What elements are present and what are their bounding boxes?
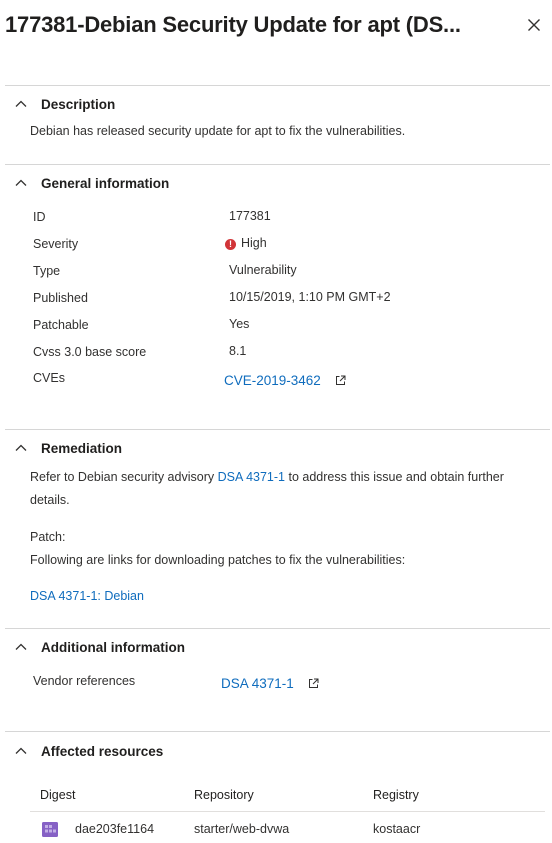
vendor-link-group: DSA 4371-1 bbox=[221, 676, 319, 691]
patch-link[interactable]: DSA 4371-1: Debian bbox=[30, 589, 144, 603]
patch-description: Following are links for downloading patc… bbox=[30, 553, 406, 567]
field-label-published: Published bbox=[33, 291, 88, 305]
close-button[interactable] bbox=[522, 13, 546, 37]
external-link-icon[interactable] bbox=[308, 678, 319, 689]
remediation-text: Refer to Debian security advisory bbox=[30, 470, 218, 484]
divider bbox=[5, 731, 550, 732]
section-heading-affected-resources: Affected resources bbox=[41, 743, 164, 759]
field-label-patchable: Patchable bbox=[33, 318, 89, 332]
divider bbox=[5, 85, 550, 86]
column-header-repository[interactable]: Repository bbox=[194, 788, 254, 802]
external-link-icon[interactable] bbox=[335, 375, 346, 386]
divider bbox=[5, 628, 550, 629]
cell-repository: starter/web-dvwa bbox=[194, 822, 290, 836]
patch-label: Patch: bbox=[30, 530, 66, 544]
divider bbox=[5, 164, 550, 165]
chevron-up-icon bbox=[15, 444, 27, 451]
remediation-text: to address this issue and obtain further bbox=[285, 470, 504, 484]
vendor-reference-link[interactable]: DSA 4371-1 bbox=[221, 676, 294, 691]
description-text: Debian has released security update for … bbox=[30, 124, 406, 138]
cell-registry: kostaacr bbox=[373, 822, 421, 836]
field-label-id: ID bbox=[33, 210, 46, 224]
column-header-digest[interactable]: Digest bbox=[40, 788, 75, 802]
field-label-severity: Severity bbox=[33, 237, 79, 251]
section-heading-description: Description bbox=[41, 96, 116, 112]
table-row[interactable]: dae203fe1164 starter/web-dvwa kostaacr bbox=[30, 812, 545, 843]
field-value-published: 10/15/2019, 1:10 PM GMT+2 bbox=[229, 290, 391, 304]
divider bbox=[5, 429, 550, 430]
advisory-link[interactable]: DSA 4371-1 bbox=[218, 470, 285, 484]
remediation-text-line2: details. bbox=[30, 493, 70, 507]
cell-digest: dae203fe1164 bbox=[75, 822, 155, 836]
chevron-up-icon bbox=[15, 100, 27, 107]
severity-text: High bbox=[241, 236, 267, 250]
section-toggle-general-information[interactable]: General information bbox=[14, 173, 169, 193]
cve-link-group: CVE-2019-3462 bbox=[224, 373, 346, 388]
panel-title: 177381-Debian Security Update for apt (D… bbox=[5, 12, 461, 37]
chevron-up-icon bbox=[15, 179, 27, 186]
severity-value: ! High bbox=[225, 236, 267, 250]
field-label-type: Type bbox=[33, 264, 61, 278]
column-header-registry[interactable]: Registry bbox=[373, 788, 419, 802]
section-heading-additional-information: Additional information bbox=[41, 639, 185, 655]
field-label-cvss: Cvss 3.0 base score bbox=[33, 345, 147, 359]
section-toggle-description[interactable]: Description bbox=[14, 94, 115, 114]
remediation-text-line1: Refer to Debian security advisory DSA 43… bbox=[30, 470, 504, 484]
error-circle-icon: ! bbox=[225, 239, 236, 250]
field-label-cves: CVEs bbox=[33, 371, 65, 385]
section-heading-general-information: General information bbox=[41, 175, 170, 191]
field-value-type: Vulnerability bbox=[229, 263, 297, 277]
chevron-up-icon bbox=[15, 747, 27, 754]
container-image-icon bbox=[42, 822, 58, 837]
panel-header: 177381-Debian Security Update for apt (D… bbox=[0, 0, 552, 56]
section-heading-remediation: Remediation bbox=[41, 440, 123, 456]
section-toggle-affected-resources[interactable]: Affected resources bbox=[14, 741, 163, 761]
field-value-patchable: Yes bbox=[229, 317, 250, 331]
section-toggle-additional-information[interactable]: Additional information bbox=[14, 637, 185, 657]
field-value-id: 177381 bbox=[229, 209, 271, 223]
field-label-vendor-references: Vendor references bbox=[33, 674, 136, 688]
close-icon bbox=[528, 19, 540, 31]
chevron-up-icon bbox=[15, 643, 27, 650]
field-value-cvss: 8.1 bbox=[229, 344, 247, 358]
cve-link[interactable]: CVE-2019-3462 bbox=[224, 373, 321, 388]
section-toggle-remediation[interactable]: Remediation bbox=[14, 438, 122, 458]
